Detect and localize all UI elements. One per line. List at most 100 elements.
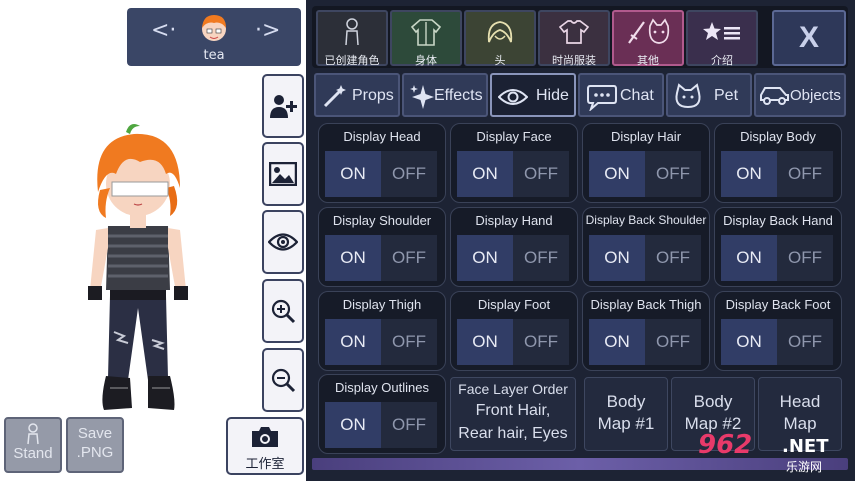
site-watermark: 962 .NET 乐游网	[698, 430, 848, 474]
save-label-line-2: .PNG	[76, 444, 114, 461]
toggle-title: Display Shoulder	[332, 213, 432, 228]
prev-character-arrow-icon[interactable]: <·	[151, 20, 176, 42]
visibility-button[interactable]	[262, 210, 304, 274]
off-button[interactable]: OFF	[381, 151, 437, 197]
tab-body[interactable]: 身体	[390, 10, 462, 67]
off-button[interactable]: OFF	[645, 151, 701, 197]
tab-pet-label: Pet	[714, 87, 739, 104]
on-button[interactable]: ON	[325, 151, 381, 197]
tab-label: 介绍	[711, 54, 733, 67]
off-button[interactable]: OFF	[777, 235, 833, 281]
zoom-out-icon	[271, 368, 296, 393]
hair-icon	[487, 21, 513, 43]
speech-bubble-icon	[587, 85, 617, 111]
on-button[interactable]: ON	[325, 235, 381, 281]
character-figure[interactable]	[70, 118, 210, 414]
toggle-display-hand: Display Hand ON OFF	[450, 207, 578, 287]
add-person-icon	[270, 95, 297, 118]
toggle-title: Display Hand	[475, 213, 553, 228]
face-layer-order-button[interactable]: Face Layer Order Front Hair, Rear hair, …	[450, 377, 576, 451]
tab-chat[interactable]: Chat	[578, 73, 664, 117]
tab-other[interactable]: 其他	[612, 10, 684, 67]
stand-label: Stand	[13, 445, 53, 462]
tab-effects-label: Effects	[434, 87, 483, 104]
on-button[interactable]: ON	[457, 319, 513, 365]
tab-head[interactable]: 头	[464, 10, 536, 67]
toggle-display-back-hand: Display Back Hand ON OFF	[714, 207, 842, 287]
tab-label: 已创建角色	[324, 54, 380, 67]
on-button[interactable]: ON	[457, 151, 513, 197]
tab-label: 身体	[415, 54, 437, 67]
wand-icon	[323, 85, 346, 108]
zoom-in-button[interactable]	[262, 279, 304, 343]
toggle-display-thigh: Display Thigh ON OFF	[318, 291, 446, 371]
body-map-2-line-1: Body	[693, 392, 733, 411]
toggle-display-back-thigh: Display Back Thigh ON OFF	[582, 291, 710, 371]
category-tab-bar: 已创建角色 身体 头 时尚服装 其他 介绍 X	[312, 6, 848, 68]
on-button[interactable]: ON	[325, 319, 381, 365]
stand-button[interactable]: Stand	[4, 417, 62, 473]
toggle-title: Display Hair	[610, 129, 682, 144]
toggle-display-head: Display Head ON OFF	[318, 123, 446, 203]
zoom-out-button[interactable]	[262, 348, 304, 412]
off-button[interactable]: OFF	[381, 402, 437, 448]
watermark-site-name: 乐游网	[786, 460, 823, 474]
on-button[interactable]: ON	[589, 319, 645, 365]
tab-pet[interactable]: Pet	[666, 73, 752, 117]
on-button[interactable]: ON	[721, 151, 777, 197]
off-button[interactable]: OFF	[513, 319, 569, 365]
on-button[interactable]: ON	[325, 402, 381, 448]
tab-effects[interactable]: Effects	[402, 73, 488, 117]
image-icon	[269, 162, 297, 186]
star-list-icon	[703, 22, 740, 40]
face-layer-value-2: Rear hair, Eyes	[458, 425, 568, 442]
tab-intro[interactable]: 介绍	[686, 10, 758, 67]
shirt-icon	[559, 20, 589, 44]
sparkle-icon	[410, 85, 434, 109]
tab-objects-label: Objects	[790, 87, 841, 104]
studio-button[interactable]: 工作室	[226, 417, 304, 475]
on-button[interactable]: ON	[457, 235, 513, 281]
save-png-button[interactable]: Save .PNG	[66, 417, 124, 473]
on-button[interactable]: ON	[721, 235, 777, 281]
tab-props-label: Props	[352, 87, 394, 104]
tab-props[interactable]: Props	[314, 73, 400, 117]
off-button[interactable]: OFF	[381, 235, 437, 281]
character-silhouette-icon	[345, 18, 359, 46]
off-button[interactable]: OFF	[513, 151, 569, 197]
toggle-display-hair: Display Hair ON OFF	[582, 123, 710, 203]
add-character-button[interactable]	[262, 74, 304, 138]
sword-cat-icon	[628, 18, 670, 44]
off-button[interactable]: OFF	[777, 319, 833, 365]
zoom-in-icon	[271, 299, 296, 324]
tab-chat-label: Chat	[620, 87, 654, 104]
off-button[interactable]: OFF	[645, 319, 701, 365]
background-button[interactable]	[262, 142, 304, 206]
toggle-display-back-shoulder: Display Back Shoulder ON OFF	[582, 207, 710, 287]
close-button[interactable]: X	[772, 10, 846, 66]
toggle-display-foot: Display Foot ON OFF	[450, 291, 578, 371]
face-layer-title: Face Layer Order	[458, 381, 568, 397]
next-character-arrow-icon[interactable]: ·>	[255, 20, 280, 42]
tab-fashion[interactable]: 时尚服装	[538, 10, 610, 67]
off-button[interactable]: OFF	[513, 235, 569, 281]
on-button[interactable]: ON	[589, 235, 645, 281]
on-button[interactable]: ON	[589, 151, 645, 197]
off-button[interactable]: OFF	[645, 235, 701, 281]
eye-icon	[268, 233, 298, 251]
body-map-1-line-2: Map #1	[597, 414, 655, 433]
tab-objects[interactable]: Objects	[754, 73, 846, 117]
on-button[interactable]: ON	[721, 319, 777, 365]
toggle-title: Display Foot	[477, 297, 551, 312]
body-map-1-button[interactable]: Body Map #1	[584, 377, 668, 451]
customization-panel: 已创建角色 身体 头 时尚服装 其他 介绍 X Props Effects Hi…	[306, 0, 855, 481]
tab-hide[interactable]: Hide	[490, 73, 576, 117]
tab-label: 其他	[637, 54, 659, 67]
tab-created-characters[interactable]: 已创建角色	[316, 10, 388, 67]
toggle-title: Display Back Shoulder	[585, 213, 707, 227]
toggle-title: Display Back Foot	[725, 297, 831, 312]
tab-label: 头	[494, 54, 506, 67]
off-button[interactable]: OFF	[777, 151, 833, 197]
off-button[interactable]: OFF	[381, 319, 437, 365]
cat-icon	[675, 83, 701, 109]
